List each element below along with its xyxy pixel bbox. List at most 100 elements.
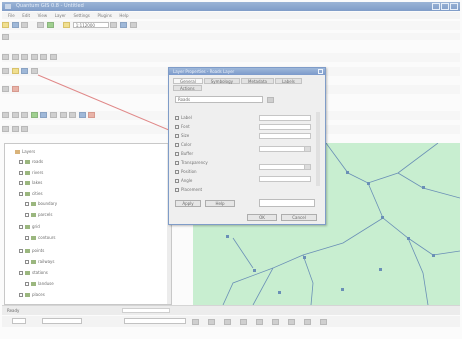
legend-item[interactable]: roads: [19, 159, 43, 164]
property-checkbox[interactable]: [175, 134, 179, 138]
road-line: [432, 250, 460, 256]
property-row: Angle: [175, 178, 192, 183]
point-feature: [226, 235, 229, 238]
legend-item-label: stations: [32, 270, 48, 275]
cancel-button[interactable]: Cancel: [281, 214, 317, 221]
layer-visibility-checkbox[interactable]: [19, 192, 23, 196]
layer-visibility-checkbox[interactable]: [25, 236, 29, 240]
legend-item[interactable]: points: [19, 248, 44, 253]
legend-item-label: Layers: [22, 149, 36, 154]
tab-symbology[interactable]: Symbology: [203, 78, 241, 84]
dialog-tabs: General Symbology Metadata Labels Actions: [173, 78, 321, 91]
display-name-field[interactable]: Roads: [175, 96, 263, 103]
legend-item[interactable]: railways: [25, 259, 55, 264]
property-value-field[interactable]: [259, 176, 311, 182]
coordinate-field[interactable]: [12, 318, 26, 324]
legend-item[interactable]: boundary: [25, 201, 57, 206]
layer-visibility-checkbox[interactable]: [25, 213, 29, 217]
legend-item[interactable]: rivers: [19, 170, 43, 175]
vector-layer-icon: [25, 171, 30, 175]
status-text: Ready: [7, 308, 20, 313]
property-checkbox[interactable]: [175, 125, 179, 129]
property-checkbox[interactable]: [175, 179, 179, 183]
layer-visibility-checkbox[interactable]: [25, 260, 29, 264]
layer-visibility-checkbox[interactable]: [25, 282, 29, 286]
bottom-toolbar: [2, 316, 460, 327]
legend-item[interactable]: grid: [19, 224, 40, 229]
properties-scrollbar[interactable]: [316, 112, 320, 186]
messages-button[interactable]: [256, 319, 263, 325]
legend-item-label: roads: [32, 159, 44, 164]
vector-layer-icon: [31, 260, 36, 264]
legend-item[interactable]: stations: [19, 270, 48, 275]
legend-item-label: parcels: [38, 212, 53, 217]
apply-button[interactable]: Apply: [175, 200, 201, 207]
property-checkbox[interactable]: [175, 116, 179, 120]
legend-item-label: landuse: [38, 281, 54, 286]
projection-button[interactable]: [208, 319, 215, 325]
road-line: [302, 254, 314, 305]
layer-visibility-checkbox[interactable]: [19, 181, 23, 185]
property-row: Size: [175, 133, 189, 138]
legend-root-item[interactable]: Layers: [15, 149, 35, 154]
property-checkbox[interactable]: [175, 170, 179, 174]
property-value-dropdown[interactable]: [259, 164, 311, 170]
legend-item[interactable]: parcels: [25, 212, 52, 217]
display-name-options-button[interactable]: [267, 97, 274, 103]
layer-visibility-checkbox[interactable]: [19, 293, 23, 297]
crs-button[interactable]: [272, 319, 279, 325]
property-label: Size: [181, 133, 190, 138]
stop-render-button[interactable]: [240, 319, 247, 325]
property-label: Placement: [181, 187, 203, 192]
legend-item-label: contours: [38, 235, 56, 240]
legend-item-label: railways: [38, 259, 55, 264]
property-checkbox[interactable]: [175, 143, 179, 147]
render-toggle-button[interactable]: [192, 319, 199, 325]
legend-item[interactable]: contours: [25, 235, 55, 240]
layer-visibility-checkbox[interactable]: [19, 249, 23, 253]
help-button[interactable]: Help: [205, 200, 235, 207]
vector-layer-icon: [25, 293, 30, 297]
layer-visibility-checkbox[interactable]: [19, 225, 23, 229]
vector-layer-icon: [25, 181, 30, 185]
lock-icon[interactable]: [288, 319, 295, 325]
layer-visibility-checkbox[interactable]: [19, 271, 23, 275]
layer-legend-panel: Layers roads rivers lakes cities boundar…: [4, 143, 172, 305]
legend-item[interactable]: places: [19, 292, 45, 297]
tab-general[interactable]: General: [173, 78, 203, 84]
layer-visibility-checkbox[interactable]: [19, 171, 23, 175]
layer-visibility-checkbox[interactable]: [19, 160, 23, 164]
layer-visibility-checkbox[interactable]: [25, 202, 29, 206]
tab-metadata[interactable]: Metadata: [241, 78, 274, 84]
settings-icon[interactable]: [320, 319, 327, 325]
tab-actions[interactable]: Actions: [173, 85, 202, 91]
vector-layer-icon: [31, 282, 36, 286]
legend-item-label: grid: [32, 224, 40, 229]
tab-labels[interactable]: Labels: [274, 78, 302, 84]
property-value-field[interactable]: [259, 124, 311, 130]
ok-button[interactable]: OK: [247, 214, 277, 221]
property-checkbox[interactable]: [175, 188, 179, 192]
point-feature: [367, 182, 370, 185]
property-checkbox[interactable]: [175, 152, 179, 156]
property-row: Placement: [175, 187, 202, 192]
desktop-screen: Quantum GIS 0.8 - Untitled File Edit Vie…: [0, 0, 462, 339]
network-icon[interactable]: [304, 319, 311, 325]
property-row: Buffer: [175, 151, 193, 156]
overview-toggle-button[interactable]: [224, 319, 231, 325]
dialog-close-button[interactable]: [318, 69, 323, 74]
property-row: Label: [175, 115, 192, 120]
legend-item[interactable]: landuse: [25, 281, 54, 286]
point-feature: [381, 216, 384, 219]
property-value-field[interactable]: [259, 133, 311, 139]
legend-item[interactable]: lakes: [19, 180, 42, 185]
scale-status-field[interactable]: [42, 318, 82, 324]
point-feature: [303, 256, 306, 259]
property-value-dropdown[interactable]: [259, 146, 311, 152]
search-field[interactable]: [124, 318, 186, 324]
property-checkbox[interactable]: [175, 161, 179, 165]
legend-item[interactable]: cities: [19, 191, 43, 196]
scale-dependent-field[interactable]: [259, 199, 315, 207]
vector-layer-icon: [31, 213, 36, 217]
property-value-field[interactable]: [259, 115, 311, 121]
